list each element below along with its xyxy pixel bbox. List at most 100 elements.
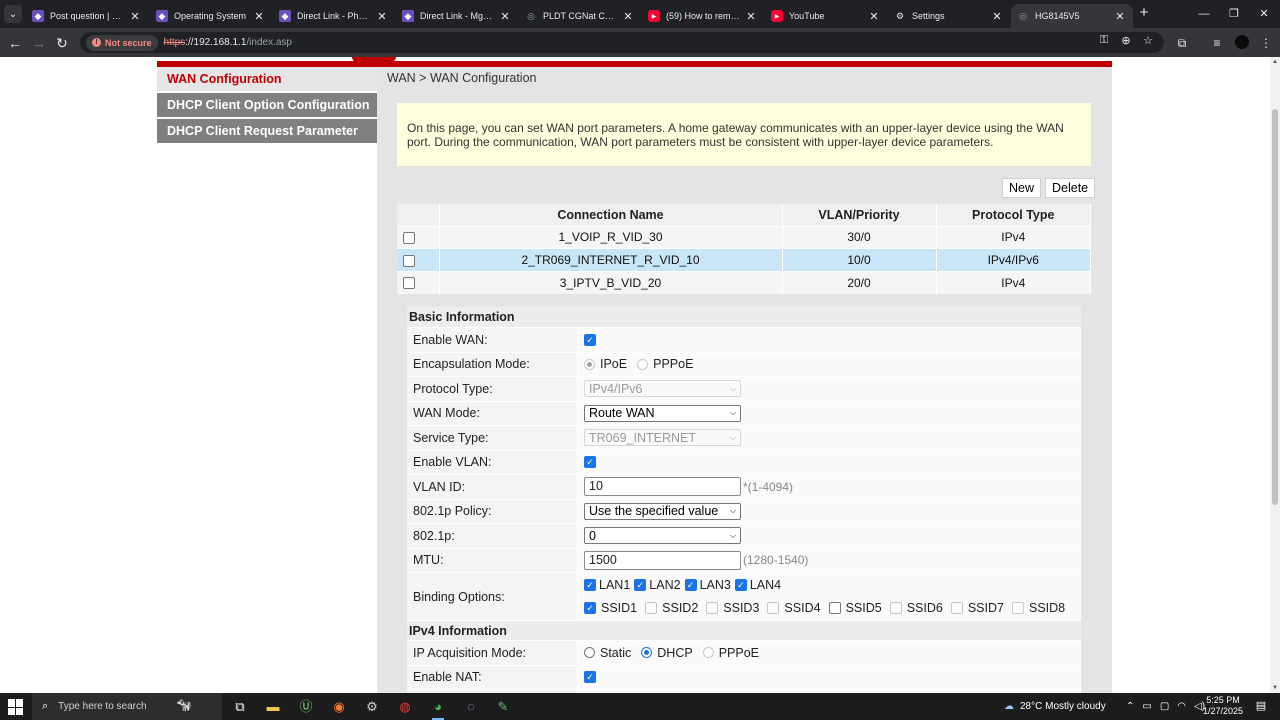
lan3-checkbox[interactable]: ✓ bbox=[684, 579, 697, 591]
vertical-scrollbar[interactable]: ▲ ▼ bbox=[1270, 57, 1280, 693]
sidebar-item-wan-configuration[interactable]: WAN Configuration bbox=[157, 67, 377, 91]
delete-button[interactable]: Delete bbox=[1045, 178, 1096, 198]
search-highlight-icon[interactable]: 🐄 bbox=[176, 697, 220, 715]
settings-app-icon[interactable]: ⚙ bbox=[361, 697, 383, 717]
row-connection-name[interactable]: 1_VOIP_R_VID_30 bbox=[439, 225, 783, 249]
tab-direct-link-mga-lod[interactable]: ◆ Direct Link - Mga lod ✕ bbox=[396, 4, 518, 28]
address-bar[interactable]: ! Not secure https://192.168.1.1/index.a… bbox=[80, 32, 1164, 53]
mtu-input[interactable]: 1500 bbox=[584, 550, 741, 570]
ssid6-checkbox[interactable] bbox=[889, 602, 902, 614]
service-type-select[interactable]: TR069_INTERNET ⌵ bbox=[584, 429, 741, 447]
close-icon[interactable]: ✕ bbox=[128, 10, 142, 23]
wan-mode-select[interactable]: Route WAN ⌵ bbox=[584, 404, 741, 422]
restore-button[interactable]: ❐ bbox=[1220, 4, 1248, 24]
close-icon[interactable]: ✕ bbox=[867, 10, 881, 23]
ssid4-checkbox[interactable] bbox=[767, 602, 780, 614]
upwork-icon[interactable]: Ⓤ bbox=[295, 697, 317, 717]
security-chip[interactable]: ! Not secure bbox=[86, 34, 158, 51]
scroll-down-icon[interactable]: ▼ bbox=[1270, 683, 1280, 693]
vlan-id-input[interactable]: 10 bbox=[584, 477, 741, 497]
reload-button[interactable]: ↻ bbox=[52, 33, 72, 53]
scroll-thumb[interactable] bbox=[1272, 109, 1278, 505]
row-checkbox[interactable] bbox=[403, 277, 415, 290]
vlan-id-label: VLAN ID: bbox=[407, 475, 577, 499]
monitor-icon[interactable]: ▢ bbox=[1160, 701, 1169, 712]
profile-avatar[interactable] bbox=[1235, 35, 1249, 49]
windows-start-icon[interactable] bbox=[8, 699, 24, 715]
enable-vlan-checkbox[interactable]: ✓ bbox=[584, 456, 596, 469]
lan4-checkbox[interactable]: ✓ bbox=[734, 579, 747, 591]
row-connection-name[interactable]: 2_TR069_INTERNET_R_VID_10 bbox=[439, 248, 783, 271]
row-checkbox[interactable] bbox=[403, 232, 415, 245]
tab-pldt-cgnat-checker[interactable]: ◎ PLDT CGNat Checker ✕ bbox=[519, 4, 641, 28]
ssid7-checkbox[interactable] bbox=[950, 602, 963, 614]
antivirus-icon[interactable]: ◍ bbox=[394, 697, 416, 717]
tab-settings[interactable]: ⚙ Settings ✕ bbox=[888, 4, 1010, 28]
ssid2-checkbox[interactable] bbox=[645, 602, 658, 614]
scroll-up-icon[interactable]: ▲ bbox=[1270, 57, 1280, 67]
ssid5-checkbox[interactable] bbox=[828, 602, 841, 614]
acq-pppoe-radio[interactable] bbox=[702, 647, 714, 659]
zoom-icon[interactable]: ⊕ bbox=[1118, 34, 1134, 47]
tab-how-to-remove[interactable]: ▶ (59) How to remove ✕ bbox=[642, 4, 764, 28]
close-icon[interactable]: ✕ bbox=[252, 10, 266, 23]
back-button[interactable]: ← bbox=[5, 33, 25, 53]
row-checkbox[interactable] bbox=[403, 254, 415, 267]
enable-wan-checkbox[interactable]: ✓ bbox=[584, 333, 596, 346]
table-row[interactable]: 2_TR069_INTERNET_R_VID_10 10/0 IPv4/IPv6 bbox=[397, 248, 1091, 271]
tab-hg8145v5[interactable]: ◎ HG8145V5 ✕ bbox=[1011, 4, 1133, 28]
lan2-checkbox[interactable]: ✓ bbox=[634, 579, 647, 591]
notification-icon[interactable]: ▤ bbox=[1252, 697, 1270, 715]
tab-direct-link-phoenix[interactable]: ◆ Direct Link - Phoenix ✕ bbox=[273, 4, 395, 28]
firefox-icon[interactable]: ◉ bbox=[328, 697, 350, 717]
tab-operating-system[interactable]: ◆ Operating System ✕ bbox=[150, 4, 272, 28]
weather-widget[interactable]: ☁ 28°C Mostly cloudy bbox=[1004, 693, 1106, 720]
encap-ipoe-radio[interactable] bbox=[584, 358, 595, 370]
minimize-button[interactable]: — bbox=[1190, 4, 1218, 24]
file-explorer-icon[interactable]: ▬ bbox=[262, 697, 284, 717]
ssid8-checkbox[interactable] bbox=[1011, 602, 1024, 614]
battery-icon[interactable]: ▭ bbox=[1142, 701, 1151, 712]
lan1-checkbox[interactable]: ✓ bbox=[584, 579, 596, 591]
close-icon[interactable]: ✕ bbox=[744, 10, 758, 23]
app-icon-swirl[interactable]: ◌ bbox=[460, 697, 482, 717]
tab-youtube[interactable]: ▶ YouTube ✕ bbox=[765, 4, 887, 28]
extensions-icon[interactable]: ⧉ bbox=[1172, 33, 1192, 53]
forward-button[interactable]: → bbox=[29, 33, 49, 53]
ssid1-checkbox[interactable]: ✓ bbox=[584, 602, 596, 614]
new-tab-button[interactable]: + bbox=[1136, 4, 1152, 24]
acq-static-radio[interactable] bbox=[584, 647, 595, 659]
ssid3-checkbox[interactable] bbox=[706, 602, 719, 614]
menu-kebab-icon[interactable]: ⋮ bbox=[1256, 33, 1276, 53]
acq-dhcp-radio[interactable] bbox=[641, 647, 653, 659]
sidebar-item-dhcp-client-request[interactable]: DHCP Client Request Parameter bbox=[157, 119, 377, 143]
new-button[interactable]: New bbox=[1002, 178, 1042, 198]
priority-select[interactable]: 0 ⌵ bbox=[584, 527, 741, 545]
policy-select[interactable]: Use the specified value ⌵ bbox=[584, 502, 741, 520]
app-icon-green[interactable]: ✎ bbox=[492, 697, 514, 717]
tab-search-button[interactable]: ⌄ bbox=[4, 5, 22, 23]
close-icon[interactable]: ✕ bbox=[1113, 10, 1127, 23]
password-key-icon[interactable]: ⚿ bbox=[1096, 34, 1112, 47]
url-scheme: https bbox=[163, 37, 186, 48]
close-icon[interactable]: ✕ bbox=[498, 10, 512, 23]
taskbar-clock[interactable]: 5:25 PM 1/27/2025 bbox=[1198, 695, 1248, 717]
table-row[interactable]: 1_VOIP_R_VID_30 30/0 IPv4 bbox=[397, 225, 1091, 249]
close-window-button[interactable]: ✕ bbox=[1250, 4, 1278, 24]
close-icon[interactable]: ✕ bbox=[621, 10, 635, 23]
chevron-up-icon[interactable]: ⌃ bbox=[1126, 701, 1134, 712]
encap-pppoe-radio[interactable] bbox=[637, 358, 649, 370]
table-row[interactable]: 3_IPTV_B_VID_20 20/0 IPv4 bbox=[397, 270, 1091, 294]
protocol-type-select[interactable]: IPv4/IPv6 ⌵ bbox=[584, 380, 741, 398]
close-icon[interactable]: ✕ bbox=[990, 10, 1004, 23]
sidebar-item-dhcp-client-option[interactable]: DHCP Client Option Configuration bbox=[157, 93, 377, 117]
close-icon[interactable]: ✕ bbox=[375, 10, 389, 23]
wifi-icon[interactable]: ◠ bbox=[1177, 701, 1186, 712]
chrome-icon[interactable]: ◕ bbox=[427, 697, 449, 720]
bookmark-star-icon[interactable]: ☆ bbox=[1140, 34, 1156, 47]
enable-nat-checkbox[interactable]: ✓ bbox=[584, 671, 596, 684]
row-connection-name[interactable]: 3_IPTV_B_VID_20 bbox=[439, 270, 783, 294]
task-view-icon[interactable]: ⧉ bbox=[229, 697, 251, 717]
reading-list-icon[interactable]: ≡ bbox=[1207, 33, 1227, 53]
tab-post-question[interactable]: ◆ Post question | Pinoy ✕ bbox=[26, 4, 148, 28]
